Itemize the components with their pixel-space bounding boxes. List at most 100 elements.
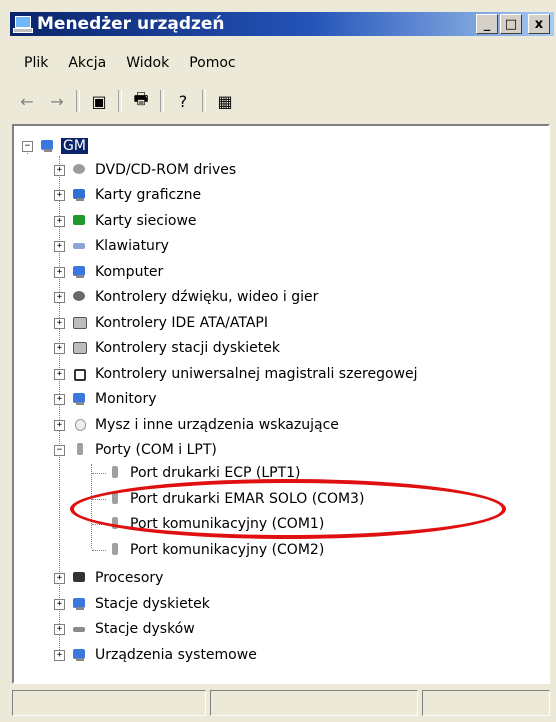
close-button[interactable]: x <box>528 14 550 34</box>
back-arrow-icon[interactable]: ← <box>14 88 40 114</box>
tree-item-label: Kontrolery stacji dyskietek <box>95 340 280 356</box>
expand-toggle[interactable]: + <box>54 266 65 278</box>
minimize-button[interactable]: _ <box>476 14 498 34</box>
menu-bar: Plik Akcja Widok Pomoc <box>14 48 246 78</box>
tree-item-komputer[interactable]: + Komputer <box>54 260 165 284</box>
tree-item-kontrolery-ide[interactable]: + Kontrolery IDE ATA/ATAPI <box>54 311 270 335</box>
tree-item-label: Stacje dyskietek <box>95 596 210 612</box>
expand-toggle[interactable]: + <box>54 393 65 405</box>
mouse-icon <box>71 417 89 433</box>
port-icon <box>106 516 124 532</box>
tree-item-label: Klawiatury <box>95 238 169 254</box>
expand-toggle[interactable]: + <box>54 419 65 431</box>
network-card-icon <box>71 213 89 229</box>
tree-connector <box>92 473 106 474</box>
tree-item-mysz[interactable]: + Mysz i inne urządzenia wskazujące <box>54 413 341 437</box>
tree-item-karty-graficzne[interactable]: + Karty graficzne <box>54 183 203 207</box>
device-tree[interactable]: − GM + DVD/CD-ROM drives + Karty graficz… <box>12 124 550 684</box>
menu-akcja[interactable]: Akcja <box>58 55 116 71</box>
device-manager-icon <box>13 15 33 33</box>
expand-toggle[interactable]: + <box>54 215 65 227</box>
tree-item-label: Urządzenia systemowe <box>95 647 257 663</box>
help-icon[interactable]: ? <box>170 88 196 114</box>
collapse-toggle[interactable]: − <box>22 140 33 152</box>
tree-root[interactable]: − GM <box>22 134 88 158</box>
computer-icon <box>39 138 57 154</box>
expand-toggle[interactable]: + <box>54 598 65 610</box>
tree-item-port-com3[interactable]: Port drukarki EMAR SOLO (COM3) <box>106 487 366 511</box>
expand-toggle[interactable]: + <box>54 342 65 354</box>
tree-item-urzadzenia-systemowe[interactable]: + Urządzenia systemowe <box>54 643 259 667</box>
title-bar[interactable]: Menedżer urządzeń _ □ x <box>10 12 554 36</box>
print-icon[interactable]: 🖶 <box>128 88 154 114</box>
properties-icon[interactable]: ▣ <box>86 88 112 114</box>
floppy-controller-icon <box>71 340 89 356</box>
tree-item-label: Port drukarki ECP (LPT1) <box>130 465 301 481</box>
port-icon <box>71 442 89 458</box>
menu-widok[interactable]: Widok <box>116 55 179 71</box>
tree-item-label: DVD/CD-ROM drives <box>95 162 237 178</box>
window-controls: _ □ x <box>476 14 550 34</box>
expand-toggle[interactable]: + <box>54 649 65 661</box>
expand-toggle[interactable]: + <box>54 368 65 380</box>
tree-item-stacje-dyskietek[interactable]: + Stacje dyskietek <box>54 592 212 616</box>
tree-item-port-lpt1[interactable]: Port drukarki ECP (LPT1) <box>106 461 303 485</box>
tree-item-port-com2[interactable]: Port komunikacyjny (COM2) <box>106 538 326 562</box>
tree-item-kontrolery-usb[interactable]: + Kontrolery uniwersalnej magistrali sze… <box>54 362 420 386</box>
tree-item-label: Port drukarki EMAR SOLO (COM3) <box>130 491 365 507</box>
maximize-button[interactable]: □ <box>500 14 522 34</box>
tree-item-label: Procesory <box>95 570 164 586</box>
scan-hardware-icon[interactable]: ▦ <box>212 88 238 114</box>
forward-arrow-icon[interactable]: → <box>44 88 70 114</box>
tree-item-label: Karty sieciowe <box>95 213 197 229</box>
expand-toggle[interactable]: + <box>54 572 65 584</box>
port-icon <box>106 542 124 558</box>
port-icon <box>106 465 124 481</box>
tree-item-label: Kontrolery dźwięku, wideo i gier <box>95 289 319 305</box>
menu-pomoc[interactable]: Pomoc <box>179 55 245 71</box>
toolbar-separator <box>118 90 122 112</box>
expand-toggle[interactable]: + <box>54 623 65 635</box>
toolbar-separator <box>202 90 206 112</box>
tree-item-kontrolery-stacji-dyskietek[interactable]: + Kontrolery stacji dyskietek <box>54 336 282 360</box>
tree-item-label: Stacje dysków <box>95 621 195 637</box>
floppy-drive-icon <box>71 596 89 612</box>
menu-plik[interactable]: Plik <box>14 55 58 71</box>
expand-toggle[interactable]: + <box>54 164 65 176</box>
tree-item-dvd[interactable]: + DVD/CD-ROM drives <box>54 158 238 182</box>
tree-item-karty-sieciowe[interactable]: + Karty sieciowe <box>54 209 199 233</box>
sound-icon <box>71 289 89 305</box>
tree-item-label: Port komunikacyjny (COM2) <box>130 542 325 558</box>
cdrom-icon <box>71 162 89 178</box>
tree-item-port-com1[interactable]: Port komunikacyjny (COM1) <box>106 512 326 536</box>
monitor-icon <box>71 391 89 407</box>
usb-icon <box>71 366 89 382</box>
toolbar-separator <box>160 90 164 112</box>
expand-toggle[interactable]: + <box>54 189 65 201</box>
collapse-toggle[interactable]: − <box>54 444 65 456</box>
tree-connector <box>92 550 106 551</box>
system-devices-icon <box>71 647 89 663</box>
computer-icon <box>71 264 89 280</box>
tree-connector <box>92 524 106 525</box>
tree-item-label: Kontrolery uniwersalnej magistrali szere… <box>95 366 418 382</box>
tree-item-label: Karty graficzne <box>95 187 202 203</box>
tree-item-stacje-dyskow[interactable]: + Stacje dysków <box>54 617 197 641</box>
expand-toggle[interactable]: + <box>54 240 65 252</box>
expand-toggle[interactable]: + <box>54 317 65 329</box>
tree-connector <box>91 464 92 548</box>
display-adapter-icon <box>71 187 89 203</box>
toolbar-separator <box>76 90 80 112</box>
tree-item-klawiatury[interactable]: + Klawiatury <box>54 234 171 258</box>
tree-item-label: Porty (COM i LPT) <box>95 442 217 458</box>
expand-toggle[interactable]: + <box>54 291 65 303</box>
status-cell <box>422 690 550 716</box>
tree-item-label: Kontrolery IDE ATA/ATAPI <box>95 315 268 331</box>
tree-item-monitory[interactable]: + Monitory <box>54 387 159 411</box>
status-bar <box>12 690 550 718</box>
tree-item-label: Mysz i inne urządzenia wskazujące <box>95 417 339 433</box>
tree-item-porty[interactable]: − Porty (COM i LPT) <box>54 438 219 462</box>
tree-item-procesory[interactable]: + Procesory <box>54 566 165 590</box>
tree-item-kontrolery-dzwieku[interactable]: + Kontrolery dźwięku, wideo i gier <box>54 285 320 309</box>
keyboard-icon <box>71 238 89 254</box>
